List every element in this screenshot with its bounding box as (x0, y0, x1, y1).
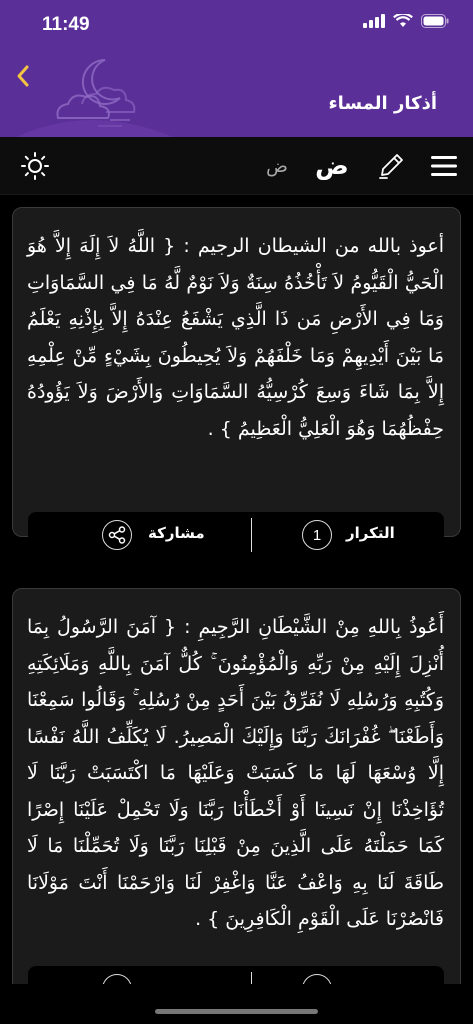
pen-icon (379, 154, 403, 179)
edit-button[interactable] (374, 149, 408, 183)
share-label[interactable]: مشاركة (148, 524, 205, 542)
sun-icon (21, 152, 49, 180)
signal-icon (363, 14, 385, 28)
zikr-card: أَعُوذُ بِاللهِ مِنْ الشَّيْطَانِ الرَّج… (12, 588, 461, 1008)
zikr-text: أَعُوذُ بِاللهِ مِنْ الشَّيْطَانِ الرَّج… (27, 616, 444, 930)
font-large-button[interactable]: ض (314, 147, 350, 183)
font-small-button[interactable]: ض (262, 151, 292, 181)
share-button[interactable] (102, 520, 132, 550)
share-icon (108, 526, 126, 544)
wifi-icon (393, 14, 413, 27)
chevron-left-icon (17, 65, 29, 87)
status-time: 11:49 (42, 14, 90, 35)
back-button[interactable] (8, 56, 38, 96)
card-footer: مشاركة 1 التكرار (28, 512, 444, 556)
footer-divider (251, 518, 252, 552)
moon-clouds-illustration (16, 58, 173, 137)
theme-toggle-button[interactable] (18, 149, 52, 183)
header: 11:49 أذكار المساء (0, 0, 473, 137)
menu-button[interactable] (428, 151, 460, 181)
zikr-card: أعوذ بالله من الشيطان الرجيم : { اللَّهُ… (12, 207, 461, 537)
toolbar: ض ض (0, 137, 473, 195)
hamburger-icon (431, 156, 457, 176)
status-icons (363, 14, 449, 28)
status-bar: 11:49 (0, 0, 473, 50)
bottom-area (0, 984, 473, 1024)
zikr-text: أعوذ بالله من الشيطان الرجيم : { اللَّهُ… (27, 235, 444, 440)
home-indicator[interactable] (155, 1009, 318, 1014)
battery-icon (421, 14, 449, 28)
page-title: أذكار المساء (328, 93, 437, 114)
repeat-counter[interactable]: 1 (302, 520, 332, 550)
repeat-label: التكرار (346, 524, 395, 542)
